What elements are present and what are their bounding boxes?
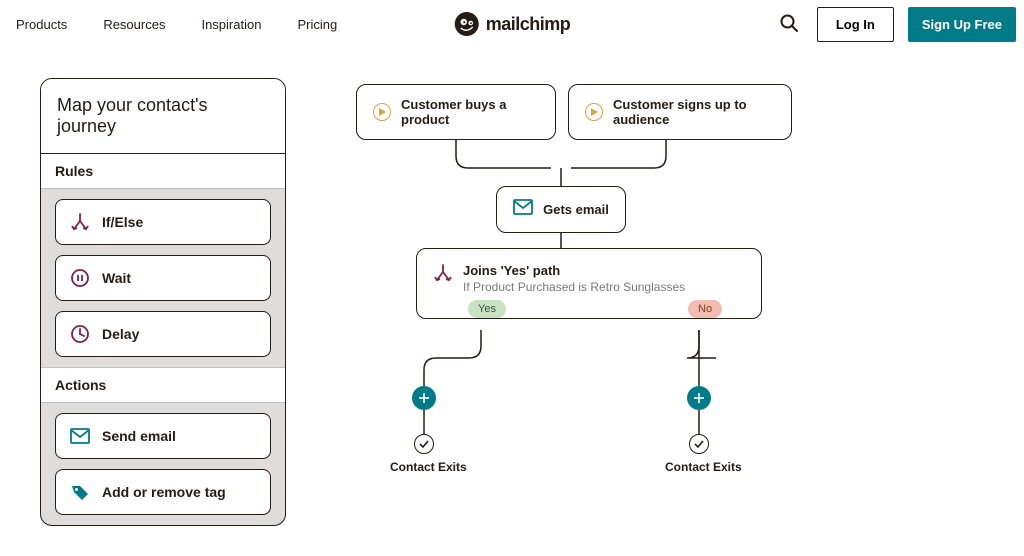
play-icon <box>585 103 603 121</box>
rules-list: If/Else Wait Delay <box>41 189 285 367</box>
pill-yes: Yes <box>468 300 506 318</box>
card-label: Wait <box>102 270 131 286</box>
tag-icon <box>70 482 90 502</box>
branch-icon <box>433 263 453 288</box>
rule-wait[interactable]: Wait <box>55 255 271 301</box>
journey-diagram: Customer buys a product Customer signs u… <box>346 78 984 508</box>
exit-label-yes: Contact Exits <box>390 460 467 474</box>
clock-icon <box>70 324 90 344</box>
journey-panel: Map your contact's journey Rules If/Else… <box>40 78 286 526</box>
trigger-buys-product[interactable]: Customer buys a product <box>356 84 556 140</box>
action-tag[interactable]: Add or remove tag <box>55 469 271 515</box>
search-icon <box>779 13 799 33</box>
card-label: If/Else <box>102 214 143 230</box>
exit-check-yes <box>414 434 434 454</box>
login-button[interactable]: Log In <box>817 7 894 42</box>
nav-products[interactable]: Products <box>16 17 67 32</box>
actions-header: Actions <box>41 367 285 403</box>
signup-button[interactable]: Sign Up Free <box>908 7 1016 42</box>
brand-name: mailchimp <box>486 14 571 35</box>
check-icon <box>693 438 705 450</box>
trigger-signs-up[interactable]: Customer signs up to audience <box>568 84 792 140</box>
primary-nav: Products Resources Inspiration Pricing <box>16 17 337 32</box>
play-icon <box>373 103 391 121</box>
monkey-icon <box>454 11 480 37</box>
actions-list: Send email Add or remove tag <box>41 403 285 525</box>
search-button[interactable] <box>775 9 803 40</box>
add-step-yes[interactable] <box>412 386 436 410</box>
branch-title: Joins 'Yes' path <box>463 263 685 278</box>
nav-resources[interactable]: Resources <box>103 17 165 32</box>
nav-pricing[interactable]: Pricing <box>297 17 337 32</box>
add-step-no[interactable] <box>687 386 711 410</box>
mail-icon <box>70 426 90 446</box>
nav-inspiration[interactable]: Inspiration <box>201 17 261 32</box>
check-icon <box>418 438 430 450</box>
card-label: Send email <box>102 428 176 444</box>
pill-no: No <box>688 300 722 318</box>
node-label: Gets email <box>543 202 609 217</box>
rule-ifelse[interactable]: If/Else <box>55 199 271 245</box>
rule-delay[interactable]: Delay <box>55 311 271 357</box>
node-label: Customer buys a product <box>401 97 539 127</box>
mail-icon <box>513 199 533 220</box>
exit-label-no: Contact Exits <box>665 460 742 474</box>
brand-logo[interactable]: mailchimp <box>454 11 571 37</box>
rules-header: Rules <box>41 154 285 189</box>
card-label: Add or remove tag <box>102 484 226 500</box>
node-label: Customer signs up to audience <box>613 97 775 127</box>
card-label: Delay <box>102 326 139 342</box>
plus-icon <box>418 392 430 404</box>
exit-check-no <box>689 434 709 454</box>
action-send-email[interactable]: Send email <box>55 413 271 459</box>
branch-icon <box>70 212 90 232</box>
pause-icon <box>70 268 90 288</box>
step-gets-email[interactable]: Gets email <box>496 186 626 233</box>
site-header: Products Resources Inspiration Pricing m… <box>0 0 1024 48</box>
plus-icon <box>693 392 705 404</box>
panel-title: Map your contact's journey <box>41 79 285 154</box>
branch-subtitle: If Product Purchased is Retro Sunglasses <box>463 280 685 294</box>
